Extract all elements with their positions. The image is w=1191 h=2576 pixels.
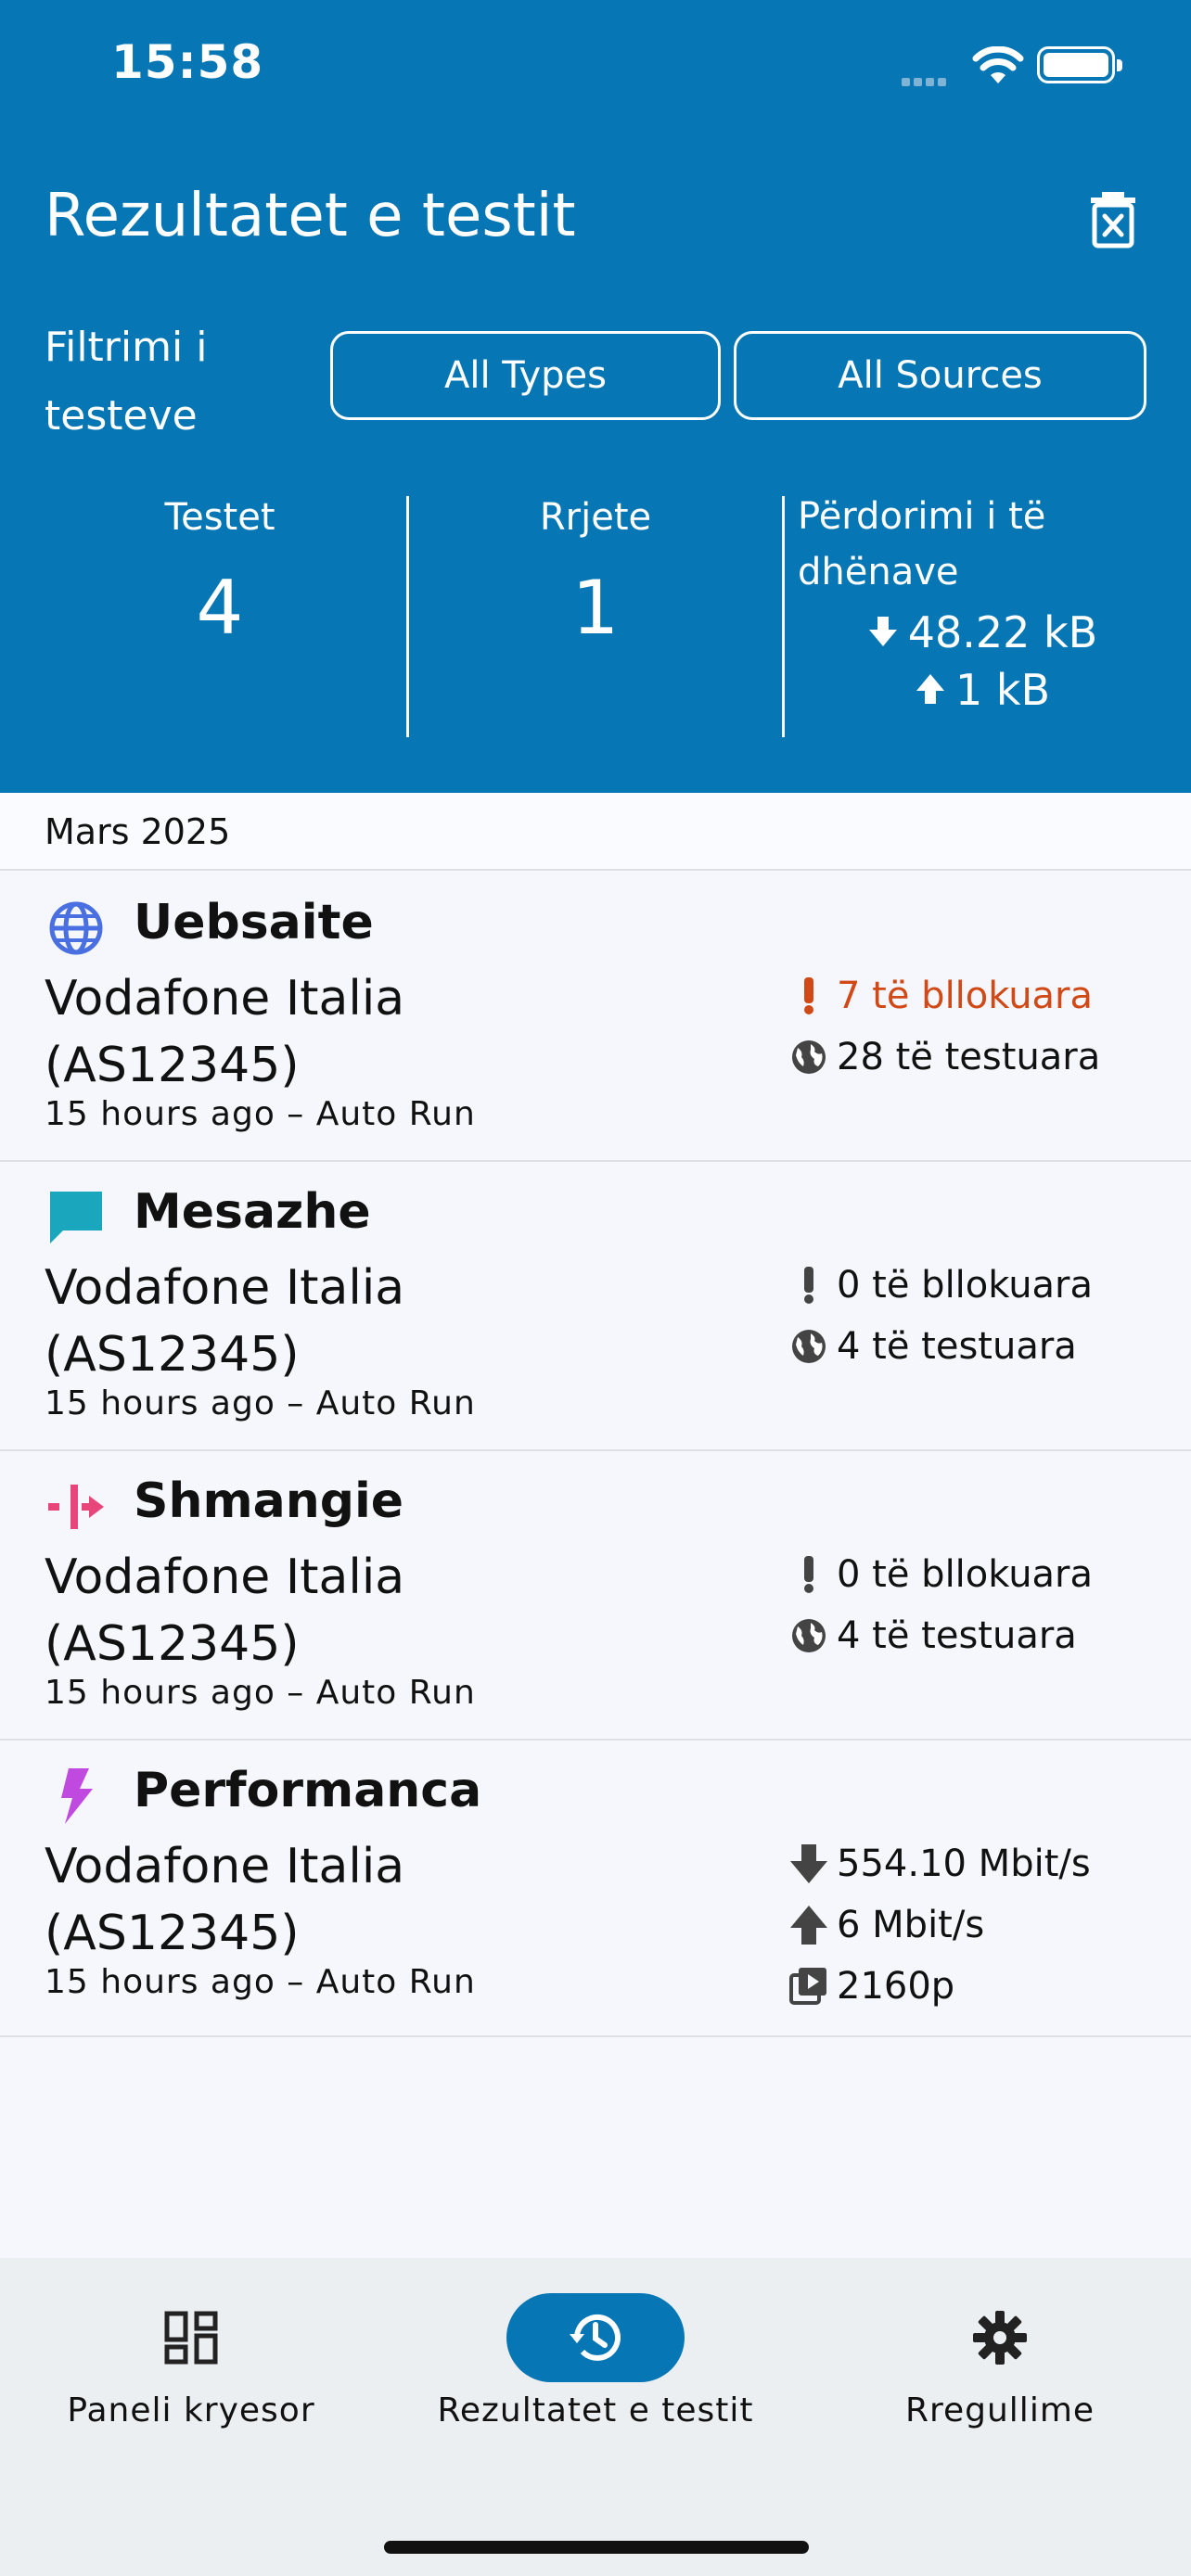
nav-settings[interactable]: Rregullime	[846, 2293, 1154, 2429]
result-row-circumvention[interactable]: Shmangie Vodafone Italia (AS12345) 15 ho…	[0, 1451, 1191, 1741]
wifi-icon	[972, 46, 1024, 83]
tested-label: 28 të testuara	[837, 1036, 1101, 1078]
row-network: Vodafone Italia (AS12345)	[45, 1260, 405, 1383]
nav-icon-container	[911, 2293, 1089, 2382]
tests-value: 4	[196, 565, 244, 651]
arrow-up-icon	[790, 1906, 827, 1945]
globe-icon	[49, 901, 103, 955]
row-stats: 0 të bllokuara 4 të testuara	[788, 1544, 1093, 1666]
usage-upload-value: 1 kB	[954, 665, 1051, 715]
bolt-icon	[61, 1768, 93, 1824]
row-meta: 15 hours ago – Auto Run	[45, 1095, 476, 1133]
networks-label: Rrjete	[539, 496, 652, 539]
tests-label: Testet	[164, 496, 275, 539]
row-stats: 7 të bllokuara 28 të testuara	[788, 965, 1100, 1088]
blocked-label: 7 të bllokuara	[837, 975, 1094, 1017]
nav-icon-container	[506, 2293, 685, 2382]
bottom-navigation: Paneli kryesor Rezultatet e testit Rregu…	[0, 2258, 1191, 2576]
usage-download: 48.22 kB	[798, 607, 1169, 657]
world-icon	[792, 1040, 826, 1074]
upload-speed: 6 Mbit/s	[788, 1894, 1091, 1956]
arrow-down-icon	[868, 617, 897, 646]
row-title: Shmangie	[134, 1473, 404, 1529]
blocked-count: 7 të bllokuara	[788, 965, 1100, 1027]
home-indicator	[384, 2541, 809, 2554]
video-icon	[789, 1968, 826, 2005]
filter-sources-button[interactable]: All Sources	[734, 331, 1146, 420]
row-stats: 0 të bllokuara 4 të testuara	[788, 1255, 1093, 1377]
nav-results-label: Rezultatet e testit	[437, 2391, 754, 2429]
dashboard-icon	[164, 2311, 218, 2365]
data-usage-stat: Përdorimi i të dhënave 48.22 kB 1 kB	[798, 495, 1169, 715]
download-speed: 554.10 Mbit/s	[788, 1833, 1091, 1894]
battery-icon	[1037, 46, 1122, 83]
row-network: Vodafone Italia (AS12345)	[45, 971, 405, 1093]
history-icon	[570, 2314, 621, 2361]
video-quality: 2160p	[788, 1956, 1091, 2017]
row-title: Performanca	[134, 1763, 482, 1818]
nav-settings-label: Rregullime	[904, 2391, 1095, 2429]
result-row-messaging[interactable]: Mesazhe Vodafone Italia (AS12345) 15 hou…	[0, 1162, 1191, 1451]
arrow-down-icon	[790, 1844, 827, 1883]
blocked-count: 0 të bllokuara	[788, 1544, 1093, 1605]
divider	[406, 496, 409, 737]
nav-icon-container	[102, 2293, 280, 2382]
status-time: 15:58	[111, 35, 264, 89]
month-header: Mars 2025	[0, 793, 1191, 871]
exclamation-icon	[804, 1267, 813, 1304]
usage-upload: 1 kB	[798, 665, 1169, 715]
cellular-icon	[902, 72, 950, 90]
upload-label: 6 Mbit/s	[837, 1904, 985, 1946]
circumvention-icon	[48, 1485, 104, 1529]
trash-icon[interactable]	[1085, 190, 1141, 249]
result-row-websites[interactable]: Uebsaite Vodafone Italia (AS12345) 15 ho…	[0, 873, 1191, 1162]
nav-dashboard-label: Paneli kryesor	[67, 2391, 315, 2429]
nav-dashboard[interactable]: Paneli kryesor	[37, 2293, 345, 2429]
video-label: 2160p	[837, 1965, 955, 2008]
tests-stat: Testet 4	[74, 496, 365, 651]
row-title: Uebsaite	[134, 895, 374, 950]
arrow-up-icon	[916, 674, 944, 704]
row-title: Mesazhe	[134, 1184, 371, 1240]
usage-download-value: 48.22 kB	[907, 607, 1098, 657]
filter-types-button[interactable]: All Types	[330, 331, 721, 420]
result-row-performance[interactable]: Performanca Vodafone Italia (AS12345) 15…	[0, 1741, 1191, 2037]
world-icon	[792, 1330, 826, 1363]
networks-stat: Rrjete 1	[450, 496, 741, 651]
tested-label: 4 të testuara	[837, 1614, 1077, 1657]
row-meta: 15 hours ago – Auto Run	[45, 1674, 476, 1712]
tested-count: 4 të testuara	[788, 1605, 1093, 1666]
page-title: Rezultatet e testit	[45, 182, 576, 250]
divider	[782, 496, 785, 737]
row-network: Vodafone Italia (AS12345)	[45, 1549, 405, 1672]
download-label: 554.10 Mbit/s	[837, 1843, 1091, 1885]
row-stats: 554.10 Mbit/s 6 Mbit/s 2160p	[788, 1833, 1091, 2017]
usage-label: Përdorimi i të dhënave	[798, 495, 1046, 593]
blocked-label: 0 të bllokuara	[837, 1264, 1094, 1307]
gear-icon	[973, 2311, 1027, 2365]
app-header: 15:58 Rezultatet e testit Filtrimi i tes…	[0, 0, 1191, 793]
exclamation-icon	[804, 977, 813, 1014]
chat-icon	[50, 1192, 102, 1243]
tested-count: 28 të testuara	[788, 1027, 1100, 1088]
summary-stats: Testet 4 Rrjete 1 Përdorimi i të dhënave…	[0, 495, 1191, 737]
exclamation-icon	[804, 1556, 813, 1593]
world-icon	[792, 1619, 826, 1652]
tested-label: 4 të testuara	[837, 1325, 1077, 1368]
tested-count: 4 të testuara	[788, 1316, 1093, 1377]
nav-results[interactable]: Rezultatet e testit	[419, 2293, 772, 2429]
row-network: Vodafone Italia (AS12345)	[45, 1839, 405, 1961]
row-meta: 15 hours ago – Auto Run	[45, 1963, 476, 2001]
filter-label: Filtrimi i testeve	[45, 324, 208, 440]
networks-value: 1	[571, 565, 620, 651]
row-meta: 15 hours ago – Auto Run	[45, 1384, 476, 1422]
blocked-label: 0 të bllokuara	[837, 1553, 1094, 1596]
blocked-count: 0 të bllokuara	[788, 1255, 1093, 1316]
